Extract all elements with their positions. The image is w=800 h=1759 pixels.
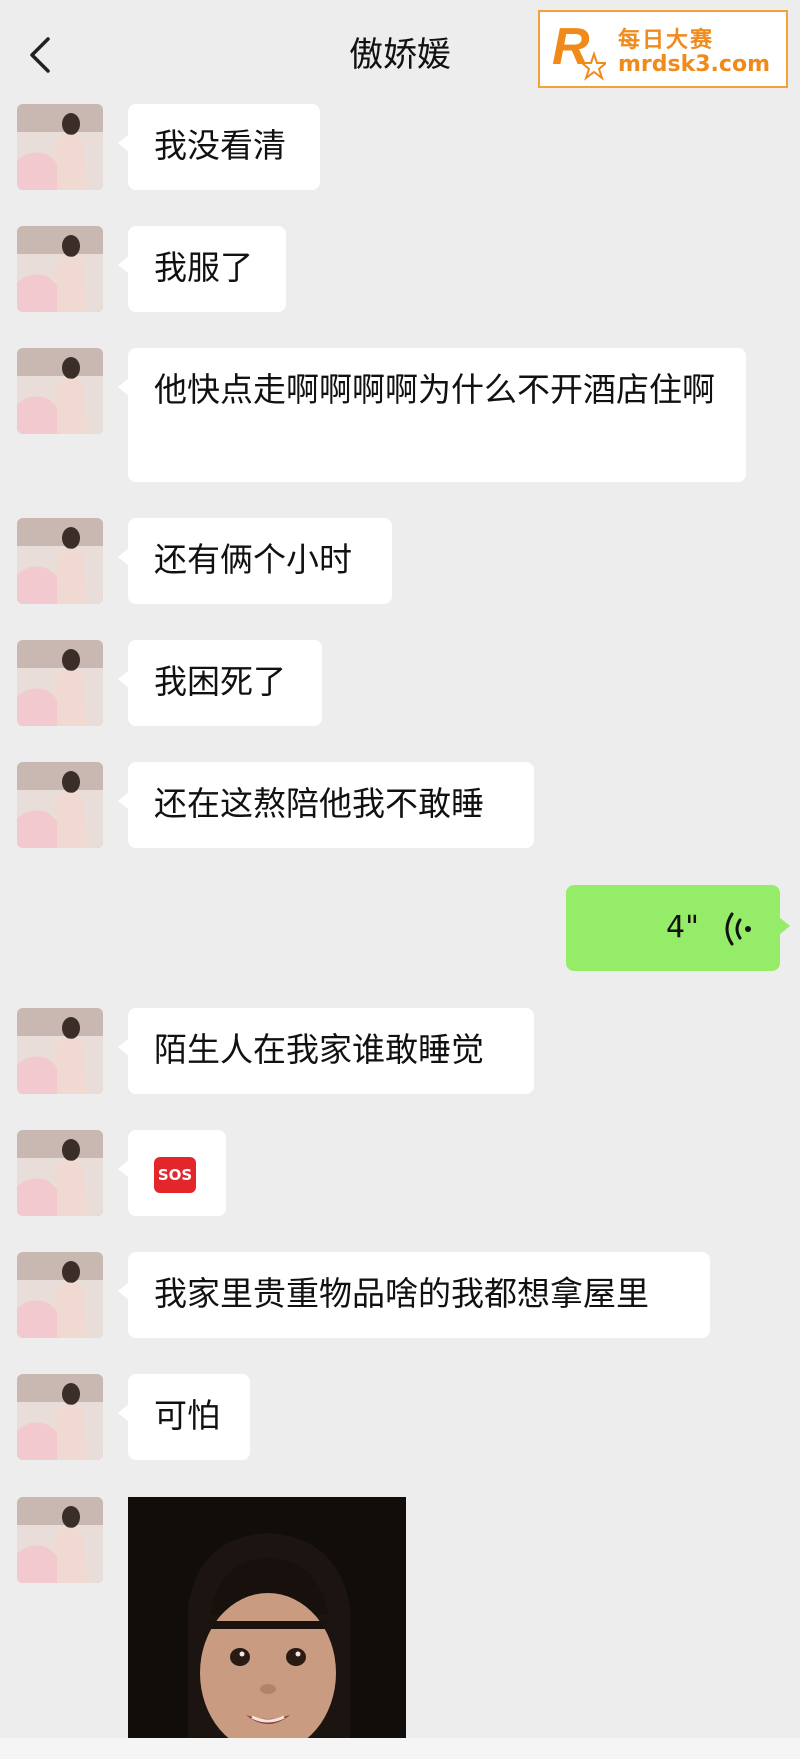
voice-message[interactable]: 4" [566, 885, 790, 971]
message-bubble[interactable]: 还有俩个小时 [118, 518, 392, 604]
input-bar[interactable] [0, 1738, 800, 1759]
avatar-photo-icon [17, 518, 103, 604]
voice-duration: 4" [666, 910, 699, 945]
message-bubble[interactable]: 我家里贵重物品啥的我都想拿屋里 [118, 1252, 710, 1338]
avatar[interactable] [17, 104, 103, 190]
message-bubble[interactable]: 还在这熬陪他我不敢睡 [118, 762, 534, 848]
avatar-photo-icon [17, 226, 103, 312]
avatar-photo-icon [17, 1374, 103, 1460]
message-bubble[interactable]: 我服了 [118, 226, 286, 312]
avatar-photo-icon [17, 104, 103, 190]
message-bubble[interactable]: 我困死了 [118, 640, 322, 726]
message-bubble[interactable]: 陌生人在我家谁敢睡觉 [118, 1008, 534, 1094]
logo-icon: R [552, 18, 606, 81]
avatar[interactable] [17, 1008, 103, 1094]
avatar[interactable] [17, 226, 103, 312]
watermark-title: 每日大赛 [618, 28, 715, 53]
voice-wave-icon [725, 912, 751, 946]
avatar[interactable] [17, 640, 103, 726]
avatar[interactable] [17, 762, 103, 848]
watermark: R 每日大赛 mrdsk3.com [538, 10, 788, 88]
watermark-url: mrdsk3.com [618, 52, 770, 77]
avatar[interactable] [17, 1252, 103, 1338]
avatar-photo-icon [17, 762, 103, 848]
sos-emoji-icon: SOS [154, 1157, 196, 1193]
avatar-photo-icon [17, 1497, 103, 1583]
avatar-photo-icon [17, 348, 103, 434]
svg-text:R: R [552, 18, 590, 76]
avatar-photo-icon [17, 1008, 103, 1094]
child-photo-icon [128, 1497, 406, 1759]
avatar[interactable] [17, 518, 103, 604]
chat-header: 傲娇媛 R 每日大赛 mrdsk3.com [0, 0, 800, 100]
avatar[interactable] [17, 1374, 103, 1460]
message-bubble[interactable]: 可怕 [118, 1374, 250, 1460]
message-bubble[interactable]: 我没看清 [118, 104, 320, 190]
image-message[interactable] [128, 1497, 406, 1759]
avatar[interactable] [17, 1130, 103, 1216]
avatar-photo-icon [17, 640, 103, 726]
avatar-photo-icon [17, 1252, 103, 1338]
avatar[interactable] [17, 348, 103, 434]
message-bubble[interactable]: 他快点走啊啊啊啊为什么不开酒店住啊 [118, 348, 746, 482]
avatar-photo-icon [17, 1130, 103, 1216]
avatar[interactable] [17, 1497, 103, 1583]
